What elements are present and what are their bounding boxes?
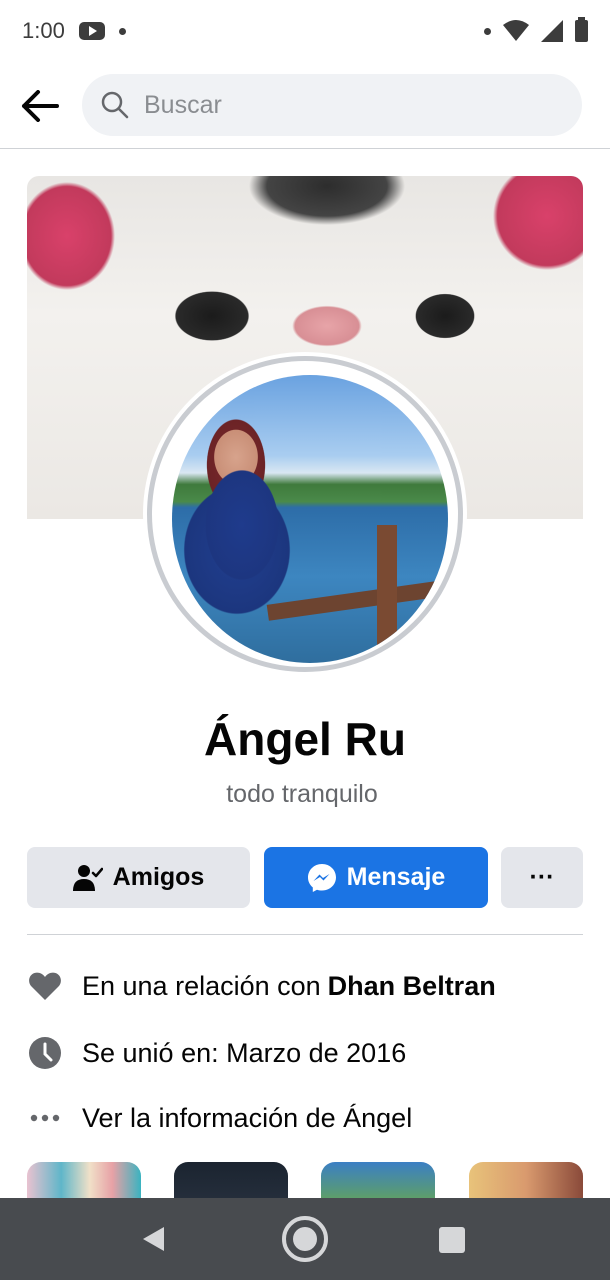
status-right — [484, 17, 588, 42]
photo-detail — [266, 581, 438, 621]
see-info-row[interactable]: Ver la información de Ángel — [27, 1098, 587, 1138]
wifi-icon — [503, 20, 529, 41]
header-divider — [0, 148, 610, 149]
profile-bio: todo tranquilo — [226, 780, 378, 808]
relationship-partner-link[interactable]: Dhan Beltran — [328, 971, 496, 1002]
relationship-text: En una relación con — [82, 970, 321, 1001]
message-button[interactable]: Mensaje — [264, 847, 488, 908]
notification-dot-icon — [484, 27, 491, 35]
nav-back-icon[interactable] — [140, 1225, 168, 1253]
header — [0, 74, 610, 136]
profile-name: Ángel Ru — [204, 713, 406, 765]
clock-icon — [27, 1035, 63, 1071]
search-icon — [101, 91, 129, 119]
friends-button[interactable]: Amigos — [27, 847, 250, 908]
see-info-text: Ver la información de Ángel — [82, 1102, 413, 1133]
profile-picture[interactable] — [172, 375, 448, 663]
more-label: ··· — [529, 863, 555, 891]
back-button[interactable] — [18, 84, 62, 128]
nav-home-icon[interactable] — [281, 1215, 329, 1263]
search-box[interactable] — [82, 74, 582, 136]
status-bar: 1:00 — [0, 0, 610, 62]
friend-check-icon — [72, 864, 103, 892]
status-left: 1:00 — [22, 18, 126, 44]
profile-actions: Amigos Mensaje ··· — [27, 847, 583, 908]
notification-dot-icon — [118, 27, 126, 35]
photo-detail — [377, 525, 397, 645]
messenger-icon — [307, 863, 337, 893]
joined-row: Se unió en: Marzo de 2016 — [27, 1033, 587, 1073]
section-divider — [27, 934, 583, 935]
heart-icon — [27, 968, 63, 1004]
more-options-button[interactable]: ··· — [501, 847, 583, 908]
search-input[interactable] — [144, 90, 544, 120]
joined-text: Se unió en: Marzo de 2016 — [82, 1037, 407, 1068]
status-time: 1:00 — [22, 18, 65, 43]
message-label: Mensaje — [346, 863, 446, 891]
youtube-icon — [78, 22, 105, 40]
ellipsis-icon — [27, 1100, 63, 1136]
arrow-left-icon — [22, 90, 59, 122]
relationship-row[interactable]: En una relación con Dhan Beltran — [27, 966, 587, 1006]
nav-recents-icon[interactable] — [439, 1227, 465, 1253]
system-nav-bar — [0, 1198, 610, 1280]
battery-icon — [575, 17, 588, 42]
friends-label: Amigos — [112, 863, 205, 891]
signal-icon — [541, 20, 563, 42]
